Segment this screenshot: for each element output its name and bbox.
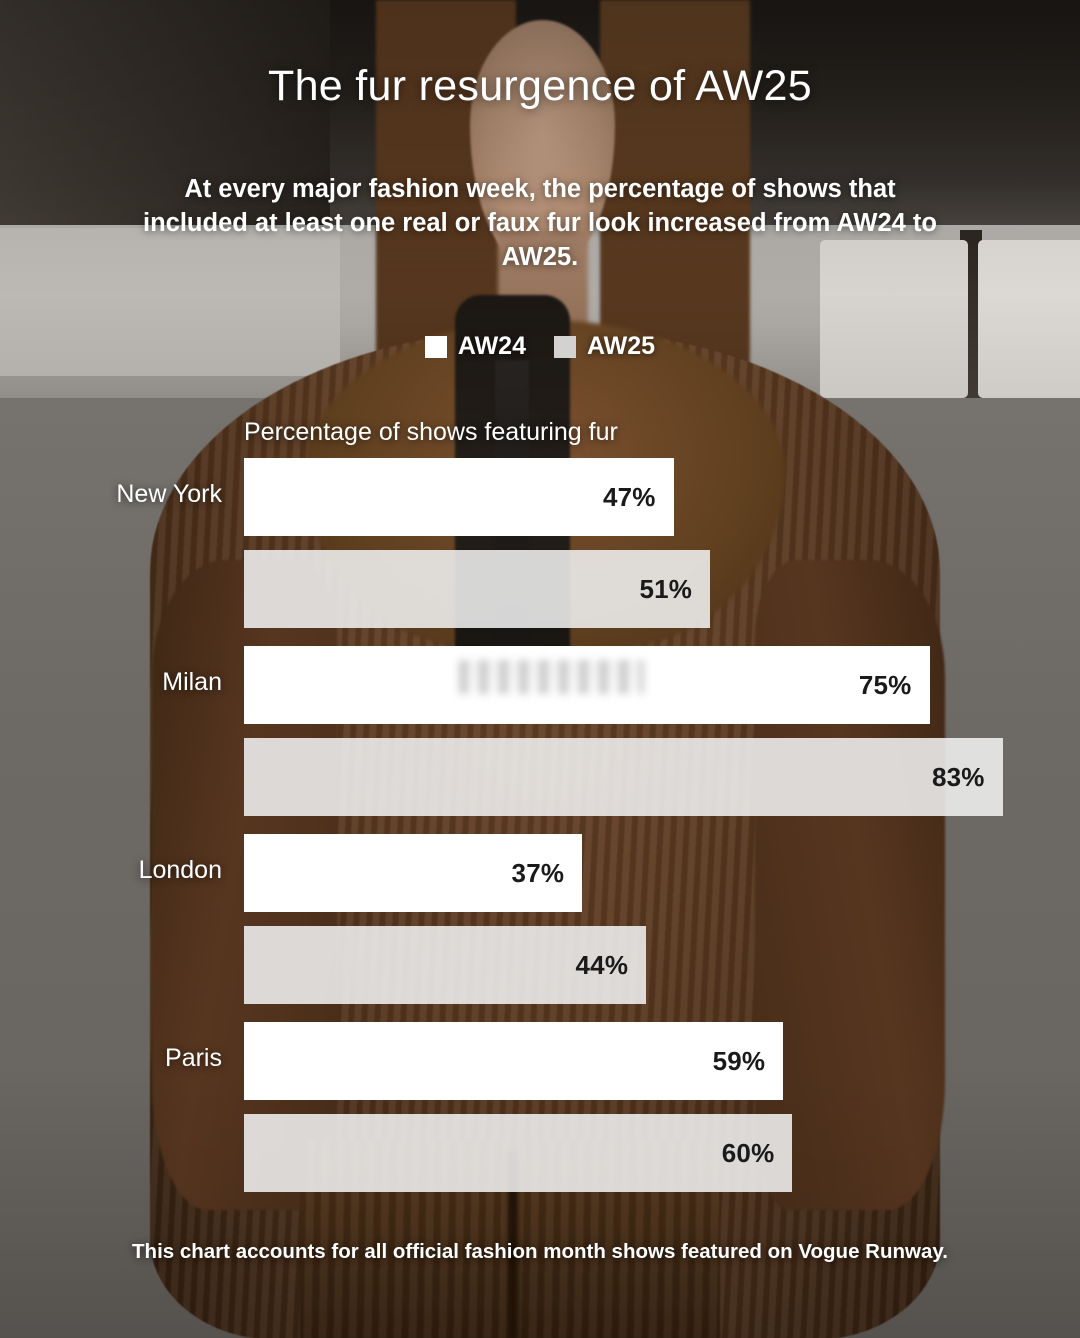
page-title: The fur resurgence of AW25: [268, 62, 812, 110]
legend-label-aw25: AW25: [587, 332, 656, 360]
bar-paris-aw24[interactable]: 59%: [244, 1022, 784, 1100]
legend-swatch-icon-aw24: [424, 335, 447, 358]
bar-value-paris-aw24: 59%: [712, 1045, 766, 1076]
bar-chart: New York 47% 51% Milan 75% 83% London 37…: [0, 458, 1080, 1206]
bar-group-london: London 37% 44%: [0, 834, 1080, 1004]
chart-footnote: This chart accounts for all official fas…: [132, 1240, 948, 1263]
bar-value-london-aw24: 37%: [511, 857, 565, 888]
bar-group-milan: Milan 75% 83%: [0, 646, 1080, 816]
bar-milan-aw25[interactable]: 83%: [244, 738, 1003, 816]
legend-swatch-icon-aw25: [554, 335, 576, 358]
bar-group-new-york: New York 47% 51%: [0, 458, 1080, 628]
bar-row-paris-aw24: 59%: [0, 1022, 1080, 1100]
bar-london-aw24[interactable]: 37%: [244, 834, 583, 912]
bar-value-milan-aw24: 75%: [858, 669, 912, 700]
bar-row-new-york-aw24: 47%: [0, 458, 1080, 536]
redacted-watermark: [459, 660, 644, 694]
bar-row-new-york-aw25: 51%: [0, 550, 1080, 628]
bar-value-new-york-aw25: 51%: [639, 573, 693, 604]
bar-london-aw25[interactable]: 44%: [244, 926, 647, 1004]
bar-row-london-aw25: 44%: [0, 926, 1080, 1004]
bar-row-milan-aw25: 83%: [0, 738, 1080, 816]
bar-row-milan-aw24: 75%: [0, 646, 1080, 724]
legend-label-aw24: AW24: [457, 332, 526, 360]
bar-new-york-aw25[interactable]: 51%: [244, 550, 711, 628]
page-subtitle: At every major fashion week, the percent…: [143, 175, 937, 271]
bar-value-london-aw25: 44%: [575, 949, 629, 980]
bar-milan-aw24[interactable]: 75%: [244, 646, 930, 724]
bar-new-york-aw24[interactable]: 47%: [244, 458, 674, 536]
bar-row-paris-aw25: 60%: [0, 1114, 1080, 1192]
chart-legend: AW24 AW25: [0, 332, 1080, 361]
bar-value-milan-aw25: 83%: [931, 761, 985, 792]
legend-item-aw25[interactable]: AW25: [554, 332, 655, 361]
legend-item-aw24[interactable]: AW24: [424, 332, 526, 361]
chart-axis-title: Percentage of shows featuring fur: [244, 418, 618, 446]
bar-paris-aw25[interactable]: 60%: [244, 1114, 793, 1192]
bar-group-paris: Paris 59% 60%: [0, 1022, 1080, 1192]
bar-value-paris-aw25: 60%: [721, 1137, 775, 1168]
infographic-content: The fur resurgence of AW25 At every majo…: [0, 0, 1080, 1338]
bar-value-new-york-aw24: 47%: [602, 481, 656, 512]
bar-row-london-aw24: 37%: [0, 834, 1080, 912]
